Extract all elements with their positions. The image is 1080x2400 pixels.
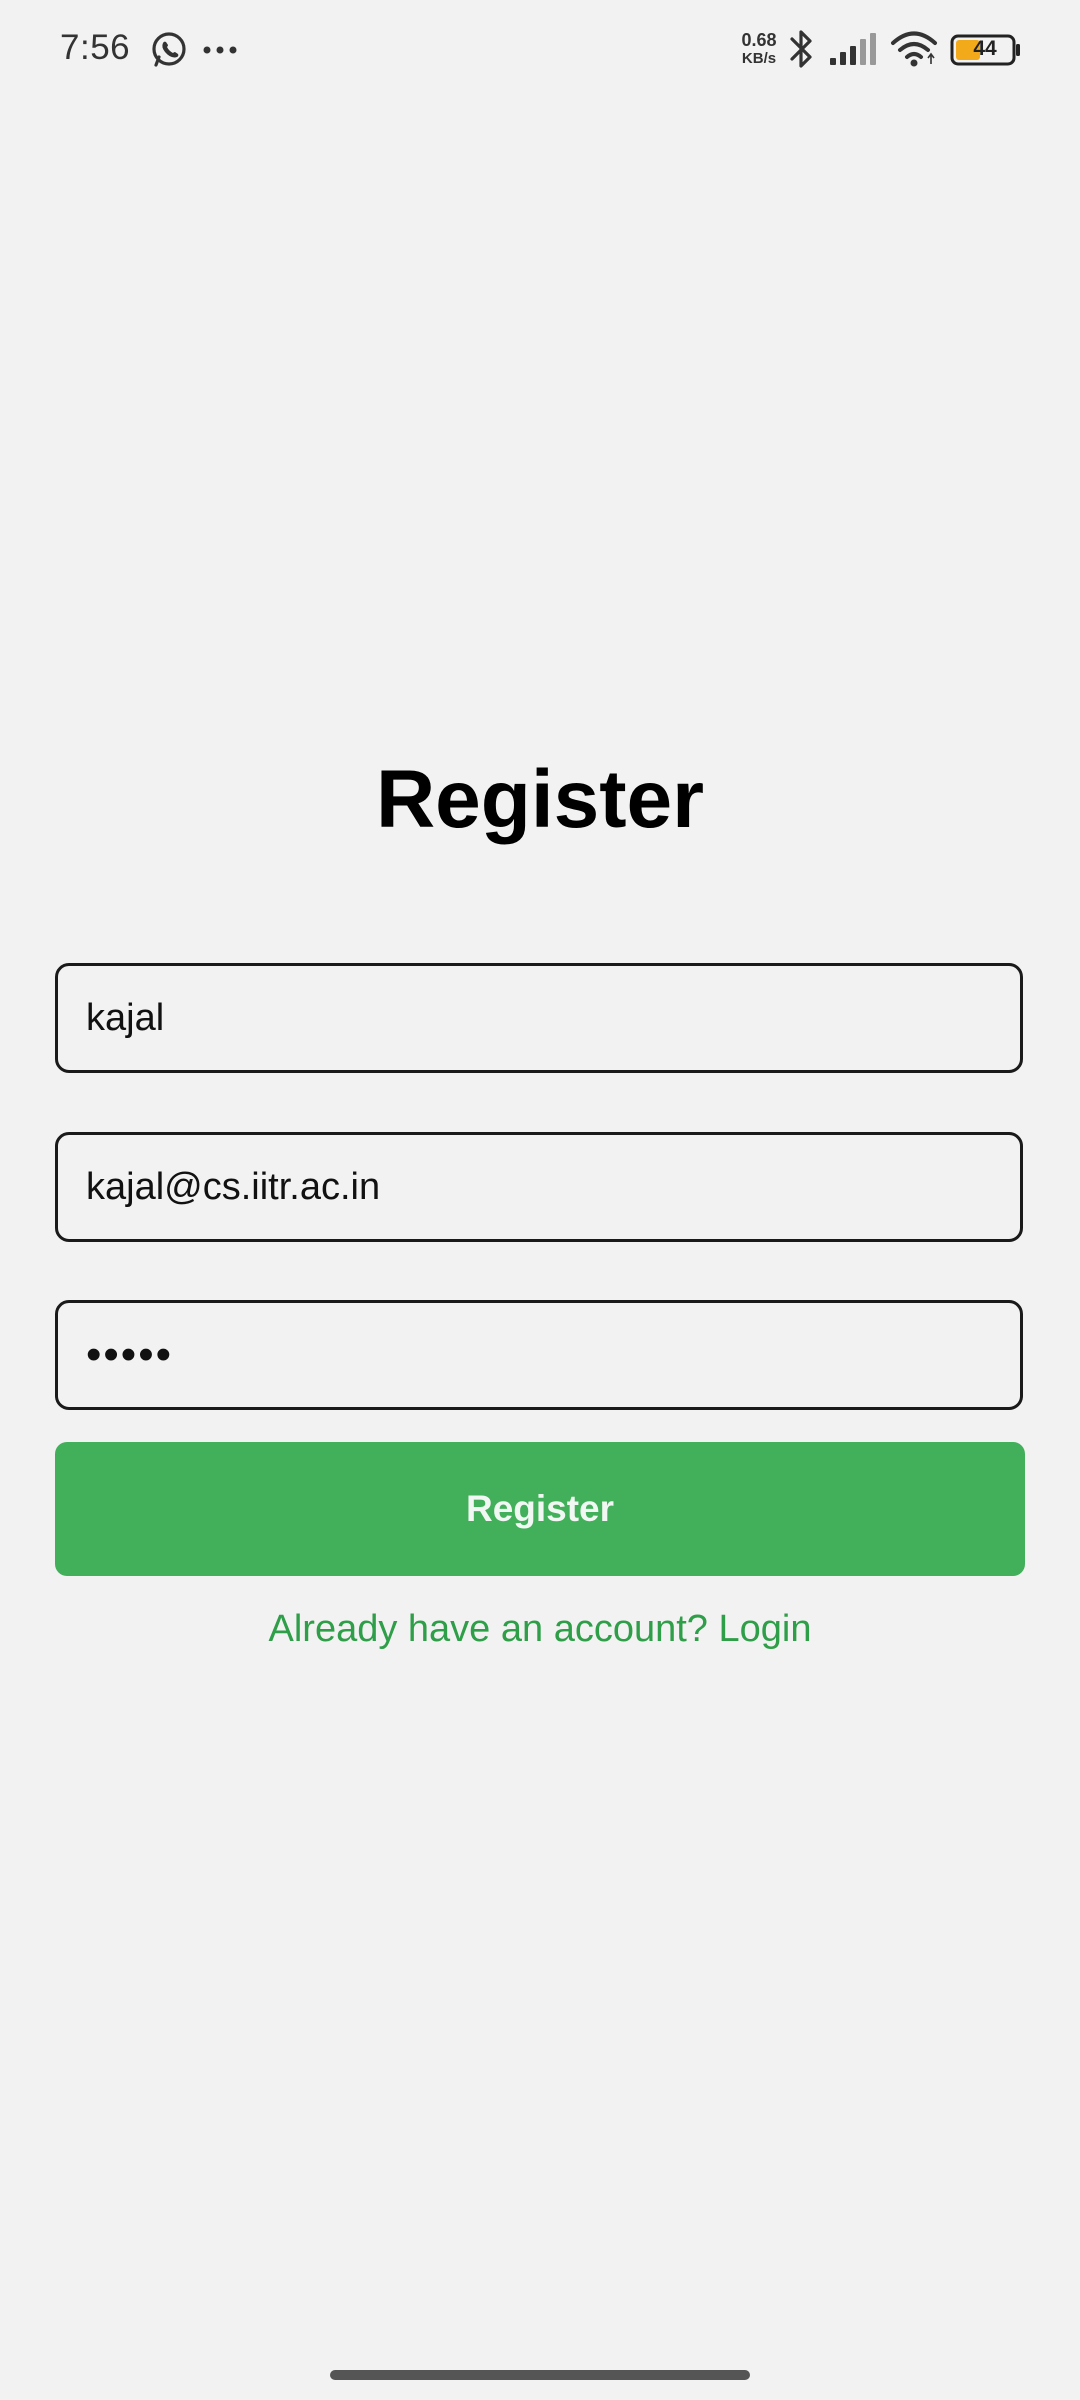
bluetooth-icon	[790, 30, 812, 68]
password-field[interactable]	[55, 1300, 1023, 1410]
more-dots-icon	[203, 46, 237, 54]
email-field[interactable]	[55, 1132, 1023, 1242]
home-indicator[interactable]	[330, 2370, 750, 2380]
page-title: Register	[375, 754, 705, 845]
status-time: 7:56	[60, 28, 131, 67]
login-link[interactable]: Already have an account? Login	[0, 1608, 1080, 1651]
wifi-icon	[891, 31, 937, 67]
whatsapp-icon	[152, 32, 186, 67]
register-button[interactable]: Register	[55, 1442, 1025, 1576]
network-speed-unit: KB/s	[741, 50, 777, 67]
status-bar: 7:56 0.68 KB/s 44	[0, 0, 1080, 100]
name-field[interactable]	[55, 963, 1023, 1073]
signal-icon	[830, 33, 876, 65]
network-speed-value: 0.68	[741, 30, 777, 50]
network-speed: 0.68 KB/s	[736, 31, 782, 66]
battery-level: 44	[973, 37, 997, 60]
